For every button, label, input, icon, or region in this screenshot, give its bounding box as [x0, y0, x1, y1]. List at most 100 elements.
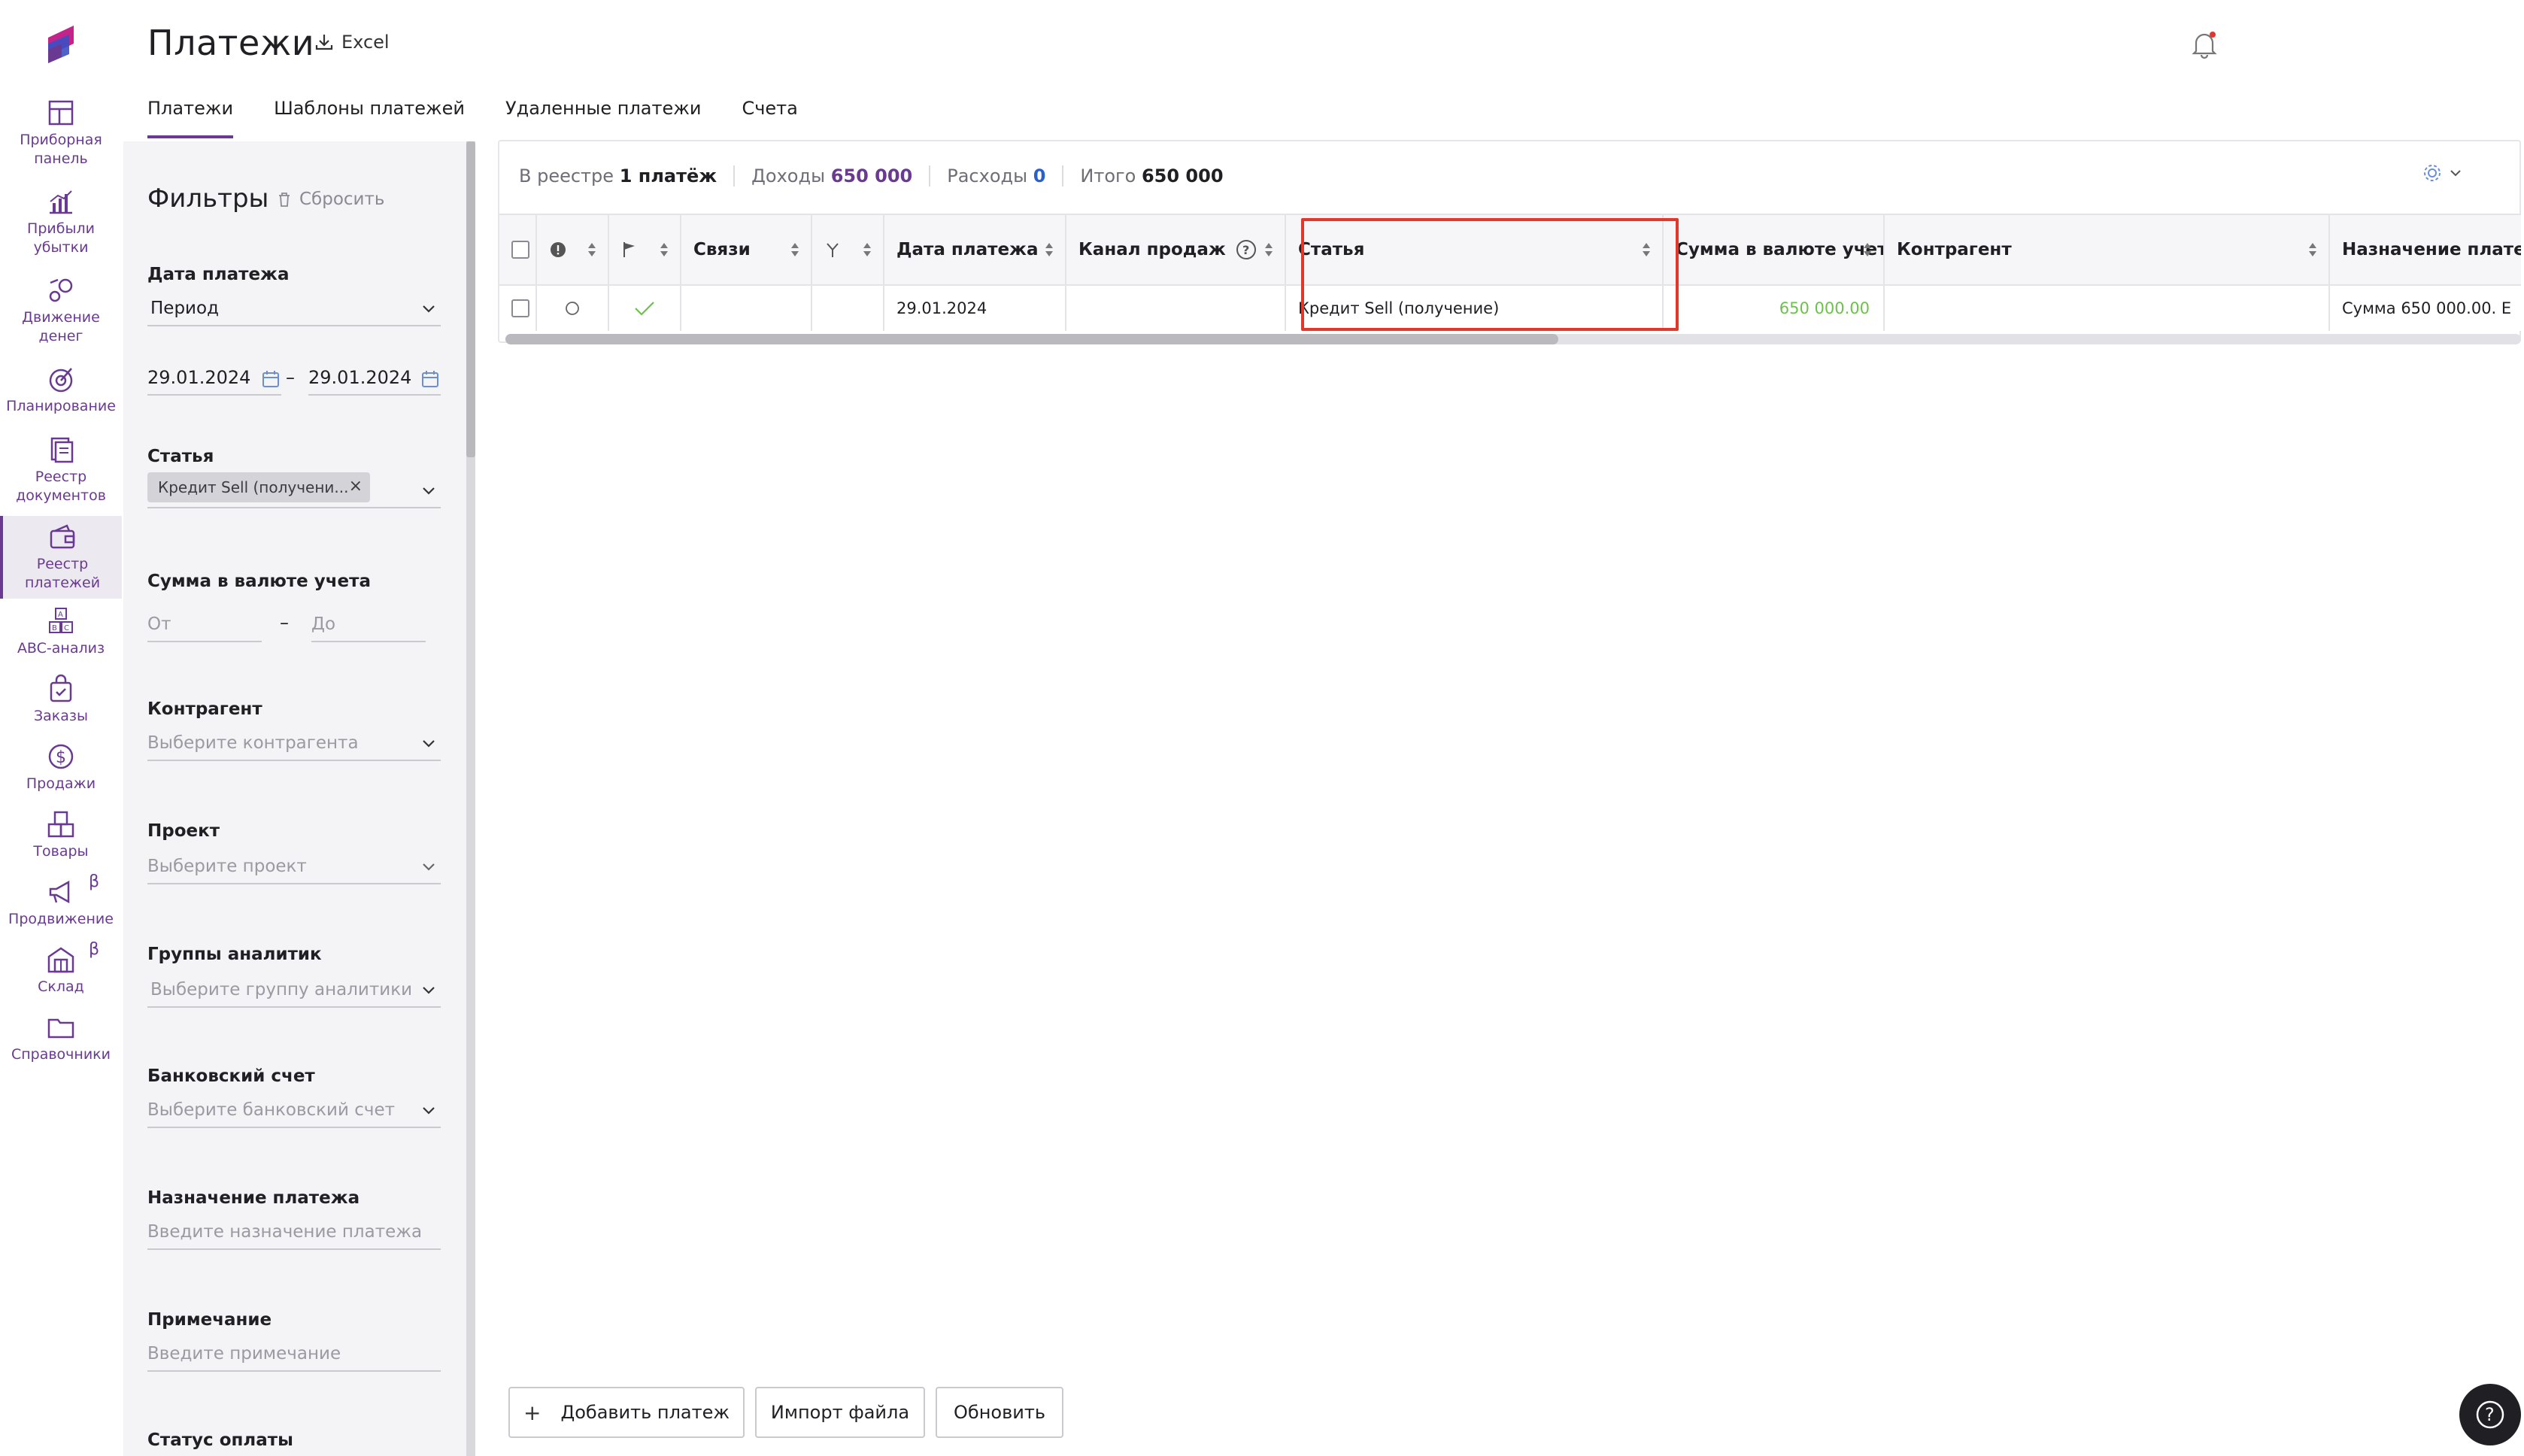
nav-abc-analysis[interactable]: ABC ABC-анализ	[0, 606, 122, 658]
nav-cash-flow[interactable]: Движение денег	[0, 275, 122, 346]
abc-icon: AB C	[49, 608, 73, 633]
bag-icon	[50, 674, 72, 702]
sort-icon[interactable]	[1641, 241, 1652, 258]
sort-icon[interactable]	[587, 241, 597, 258]
nav-planning[interactable]: Планирование	[0, 364, 122, 416]
refresh-button[interactable]: Обновить	[936, 1387, 1063, 1438]
wallet-icon	[50, 524, 75, 549]
tab-deleted-payments[interactable]: Удаленные платежи	[505, 98, 701, 138]
excel-export-button[interactable]: Excel	[314, 32, 390, 53]
svg-text:?: ?	[2485, 1404, 2495, 1425]
column-date-header[interactable]: Дата платежа	[884, 215, 1066, 284]
reset-filters-button[interactable]: Сбросить	[277, 190, 384, 209]
project-select[interactable]: Выберите проект	[147, 850, 441, 884]
table-horizontal-scrollbar[interactable]	[505, 334, 2521, 344]
svg-text:A: A	[58, 611, 63, 619]
sort-icon[interactable]	[862, 241, 872, 258]
plus-icon: +	[523, 1400, 542, 1425]
nav-dashboard[interactable]: Приборная панель	[0, 98, 122, 168]
column-article-header[interactable]: Статья	[1286, 215, 1664, 284]
app-logo[interactable]	[44, 21, 80, 66]
import-file-button[interactable]: Импорт файла	[755, 1387, 925, 1438]
megaphone-icon	[49, 880, 70, 904]
status-circle-icon	[566, 302, 579, 315]
nav-profit-loss[interactable]: Прибыли убытки	[0, 187, 122, 257]
remove-chip-icon[interactable]: ×	[349, 477, 363, 496]
counterparty-select[interactable]: Выберите контрагента	[147, 726, 441, 761]
amount-from-input[interactable]: От	[147, 608, 262, 642]
row-confirmed-cell	[609, 286, 681, 331]
sort-icon[interactable]	[659, 241, 669, 258]
row-checkbox[interactable]	[511, 299, 529, 317]
column-channel-header[interactable]: Канал продаж ?	[1066, 215, 1286, 284]
chevron-down-icon	[423, 740, 435, 748]
calendar-icon[interactable]	[262, 370, 280, 388]
nav-warehouse[interactable]: β Склад	[0, 940, 122, 996]
tab-accounts[interactable]: Счета	[742, 98, 797, 138]
bank-account-select[interactable]: Выберите банковский счет	[147, 1094, 441, 1128]
table-settings-button[interactable]	[2422, 162, 2462, 184]
chevron-down-icon	[423, 487, 435, 495]
dashboard-icon	[48, 100, 74, 126]
help-circle-icon[interactable]: ?	[1235, 238, 1257, 261]
tab-payment-templates[interactable]: Шаблоны платежей	[274, 98, 465, 138]
counterparty-filter-label: Контрагент	[147, 699, 262, 719]
amount-to-input[interactable]: До	[311, 608, 426, 642]
nav-documents-registry[interactable]: Реестр документов	[0, 435, 122, 505]
svg-text:$: $	[56, 748, 66, 767]
nav-goods[interactable]: Товары	[0, 809, 122, 861]
scrollbar-thumb[interactable]	[466, 141, 475, 457]
nav-orders[interactable]: Заказы	[0, 674, 122, 726]
sort-icon[interactable]	[1044, 241, 1054, 258]
column-amount-header[interactable]: Сумма в валюте учета	[1664, 215, 1885, 284]
filters-scrollbar[interactable]	[466, 141, 475, 1456]
sort-icon[interactable]	[1264, 241, 1274, 258]
select-all-checkbox[interactable]	[511, 241, 529, 259]
sort-icon[interactable]	[2307, 241, 2318, 258]
period-select[interactable]: Период	[147, 292, 441, 326]
add-payment-button[interactable]: + Добавить платеж	[508, 1387, 745, 1438]
table-row[interactable]: 29.01.2024 Кредит Sell (получение) 650 0…	[499, 286, 2521, 331]
select-all-cell	[499, 215, 537, 284]
sort-icon[interactable]	[1862, 241, 1873, 258]
column-status-header[interactable]	[537, 215, 609, 284]
income-total: Доходы 650 000	[733, 165, 929, 187]
nav-references[interactable]: Справочники	[0, 1012, 122, 1064]
note-input[interactable]: Введите примечание	[147, 1337, 441, 1372]
tab-payments[interactable]: Платежи	[147, 98, 234, 138]
notification-bell-icon[interactable]	[2189, 29, 2220, 60]
row-split-cell	[812, 286, 884, 331]
chevron-down-icon	[2450, 170, 2461, 177]
scrollbar-thumb[interactable]	[505, 334, 1558, 344]
row-article-cell[interactable]: Кредит Sell (получение)	[1286, 286, 1664, 331]
help-button[interactable]: ?	[2459, 1384, 2521, 1445]
calendar-icon[interactable]	[421, 370, 439, 388]
row-select-cell	[499, 286, 537, 331]
date-from-input[interactable]: 29.01.2024	[147, 361, 281, 396]
column-links-header[interactable]: Связи	[681, 215, 812, 284]
dollar-icon: $	[48, 744, 74, 769]
column-purpose-header[interactable]: Назначение плате	[2330, 215, 2521, 284]
purpose-input[interactable]: Введите назначение платежа	[147, 1215, 441, 1250]
nav-sales[interactable]: $ Продажи	[0, 742, 122, 793]
beta-badge: β	[88, 940, 99, 959]
column-counterparty-header[interactable]: Контрагент	[1885, 215, 2330, 284]
svg-text:?: ?	[1242, 243, 1249, 257]
column-split-header[interactable]	[812, 215, 884, 284]
filters-panel	[123, 141, 474, 1456]
target-icon	[49, 368, 73, 393]
nav-promotion[interactable]: β Продвижение	[0, 872, 122, 929]
analytics-select[interactable]: Выберите группу аналитики	[147, 973, 441, 1008]
nav-payments-registry[interactable]: Реестр платежей	[0, 516, 122, 599]
amount-range-dash: –	[280, 612, 289, 633]
flag-icon	[623, 242, 635, 257]
check-icon	[635, 302, 654, 316]
sort-icon[interactable]	[790, 241, 800, 258]
bank-filter-label: Банковский счет	[147, 1066, 315, 1086]
column-flag-header[interactable]	[609, 215, 681, 284]
date-to-input[interactable]: 29.01.2024	[308, 361, 441, 396]
folder-icon	[47, 1018, 74, 1039]
chevron-down-icon	[423, 1107, 435, 1115]
row-date-cell: 29.01.2024	[884, 286, 1066, 331]
documents-icon	[50, 437, 74, 463]
